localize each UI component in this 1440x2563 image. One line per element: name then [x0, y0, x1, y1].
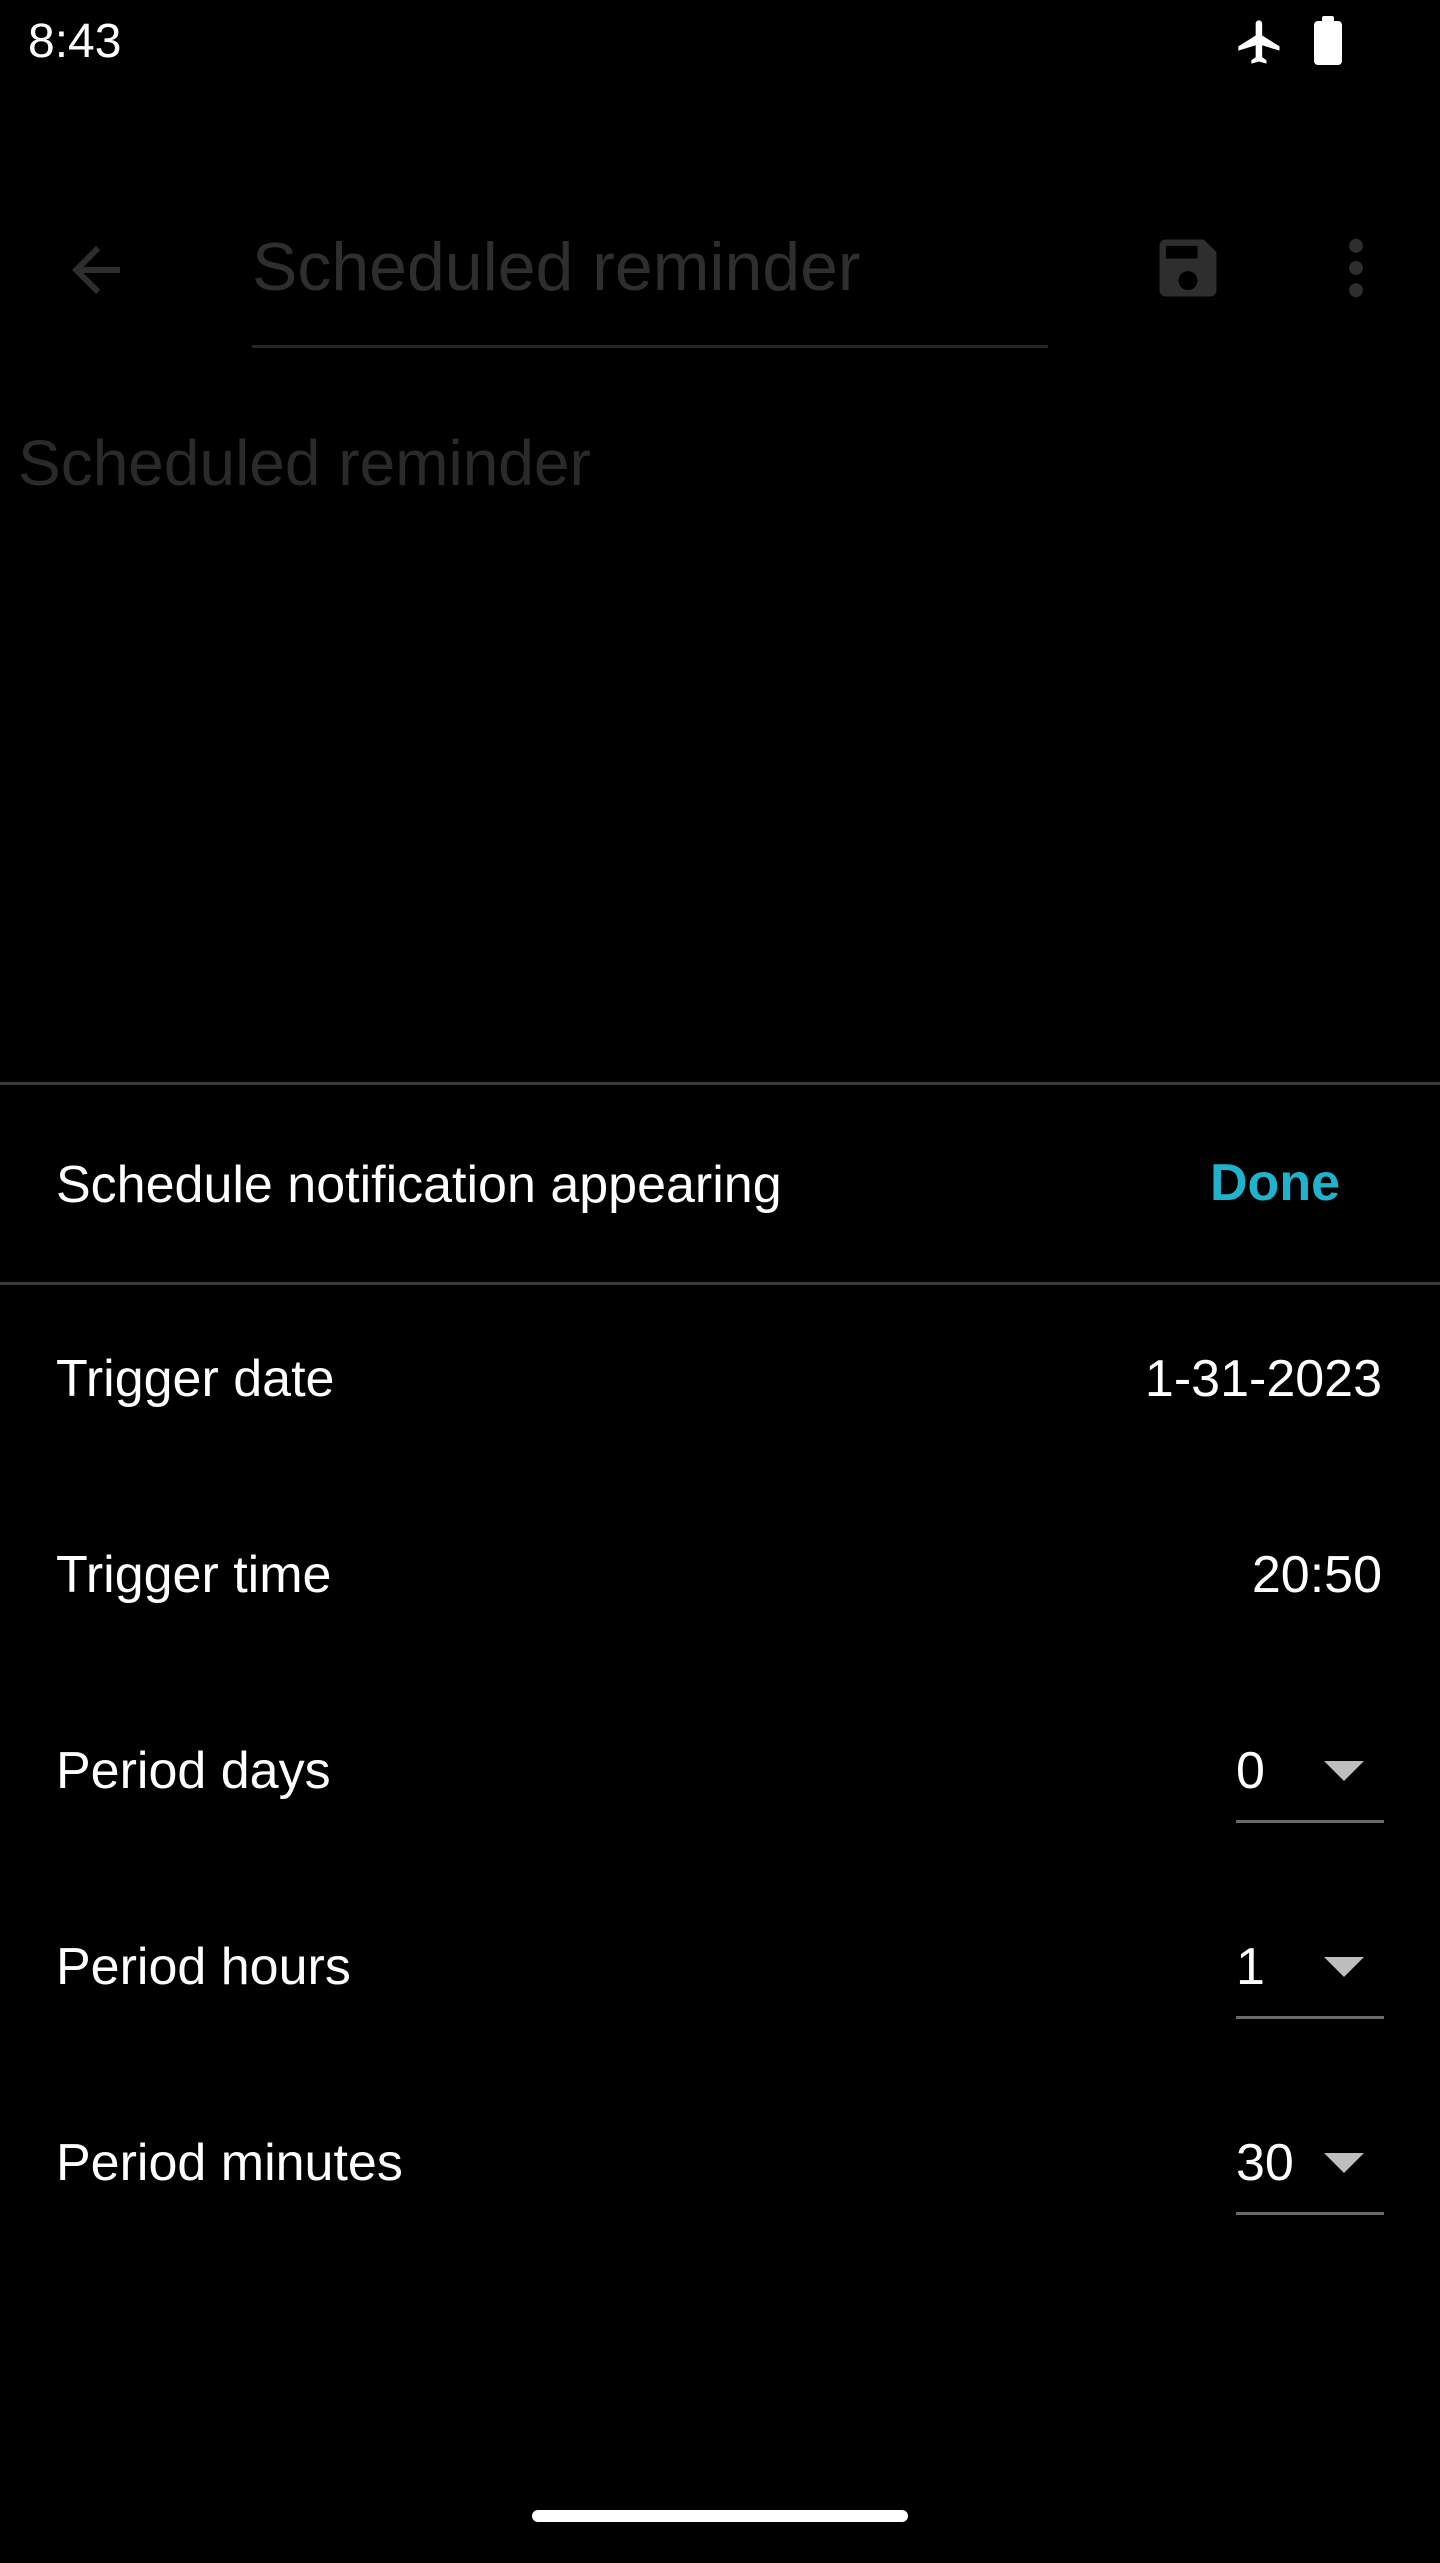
period-days-value: 0	[1236, 1742, 1265, 1800]
period-minutes-value: 30	[1236, 2134, 1294, 2192]
background-page: Scheduled reminder Scheduled reminder	[0, 84, 1440, 1084]
more-vert-icon[interactable]	[1326, 230, 1386, 306]
period-minutes-row: Period minutes 30	[0, 2069, 1440, 2265]
trigger-time-value[interactable]: 20:50	[1252, 1545, 1382, 1605]
period-hours-row: Period hours 1	[0, 1873, 1440, 2069]
period-days-label: Period days	[56, 1742, 331, 1800]
status-bar: 8:43	[0, 0, 1440, 84]
sheet-title: Schedule notification appearing	[56, 1156, 782, 1214]
dropdown-arrow-icon	[1324, 1957, 1364, 1977]
trigger-time-row[interactable]: Trigger time 20:50	[0, 1481, 1440, 1677]
trigger-date-label: Trigger date	[56, 1350, 335, 1408]
reminder-title-input[interactable]: Scheduled reminder	[252, 224, 1048, 348]
period-hours-dropdown[interactable]: 1	[1236, 1909, 1384, 2019]
period-days-row: Period days 0	[0, 1677, 1440, 1873]
period-days-dropdown[interactable]: 0	[1236, 1713, 1384, 1823]
status-time: 8:43	[28, 15, 122, 68]
battery-icon	[1314, 16, 1342, 65]
period-hours-value: 1	[1236, 1938, 1265, 1996]
dropdown-arrow-icon	[1324, 1761, 1364, 1781]
trigger-date-row[interactable]: Trigger date 1-31-2023	[0, 1285, 1440, 1481]
sheet-header: Schedule notification appearing Done	[0, 1085, 1440, 1285]
period-minutes-dropdown[interactable]: 30	[1236, 2105, 1384, 2215]
dropdown-arrow-icon	[1324, 2153, 1364, 2173]
background-heading: Scheduled reminder	[18, 427, 591, 499]
airplane-mode-icon	[1238, 20, 1280, 64]
back-arrow-icon[interactable]	[60, 234, 132, 306]
period-minutes-label: Period minutes	[56, 2134, 403, 2192]
period-hours-label: Period hours	[56, 1938, 351, 1996]
gesture-nav-handle[interactable]	[532, 2510, 908, 2522]
trigger-date-value[interactable]: 1-31-2023	[1145, 1349, 1382, 1409]
schedule-sheet: Schedule notification appearing Done Tri…	[0, 1082, 1440, 2563]
done-button[interactable]: Done	[1190, 1141, 1360, 1225]
trigger-time-label: Trigger time	[56, 1546, 332, 1604]
save-icon[interactable]	[1150, 230, 1226, 306]
